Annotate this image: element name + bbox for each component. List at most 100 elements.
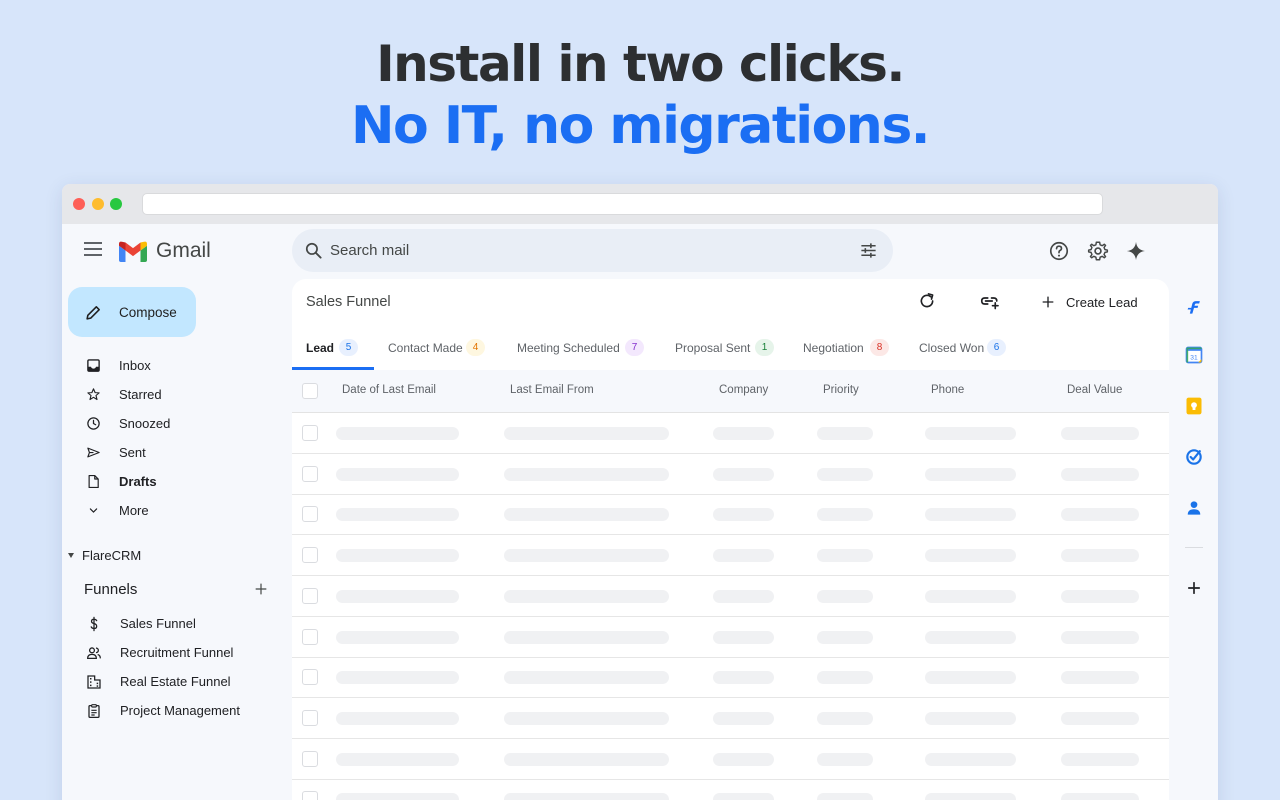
loading-placeholder bbox=[817, 793, 873, 800]
loading-placeholder bbox=[1061, 671, 1139, 685]
tab-count-badge: 5 bbox=[339, 339, 358, 356]
search-input[interactable] bbox=[330, 229, 830, 272]
browser-titlebar bbox=[62, 184, 1218, 224]
flarecrm-icon[interactable] bbox=[1184, 297, 1204, 317]
row-checkbox[interactable] bbox=[302, 506, 318, 523]
table-row[interactable] bbox=[292, 576, 1169, 617]
keep-icon[interactable] bbox=[1184, 396, 1204, 416]
table-row[interactable] bbox=[292, 617, 1169, 658]
loading-placeholder bbox=[817, 671, 873, 685]
loading-placeholder bbox=[925, 508, 1016, 522]
contacts-icon[interactable] bbox=[1184, 498, 1204, 518]
funnel-item-project-management[interactable]: Project Management bbox=[62, 698, 282, 724]
search-bar[interactable] bbox=[292, 229, 893, 272]
add-funnel-plus-icon[interactable] bbox=[253, 581, 269, 597]
loading-placeholder bbox=[925, 793, 1016, 800]
address-bar[interactable] bbox=[142, 193, 1103, 215]
nav-item-sent[interactable]: Sent bbox=[62, 440, 282, 466]
nav-item-snoozed[interactable]: Snoozed bbox=[62, 411, 282, 437]
loading-placeholder bbox=[504, 793, 669, 800]
table-row[interactable] bbox=[292, 494, 1169, 536]
loading-placeholder bbox=[817, 427, 873, 440]
draft-icon bbox=[88, 474, 99, 489]
tab-label: Closed Won bbox=[919, 341, 985, 355]
table-row[interactable] bbox=[292, 657, 1169, 699]
row-checkbox[interactable] bbox=[302, 587, 318, 604]
loading-placeholder bbox=[504, 508, 669, 522]
hamburger-menu-icon[interactable] bbox=[84, 242, 102, 256]
loading-placeholder bbox=[925, 549, 1016, 563]
tasks-icon[interactable] bbox=[1184, 447, 1204, 467]
maximize-window-button[interactable] bbox=[110, 198, 122, 210]
loading-placeholder bbox=[504, 752, 669, 766]
loading-placeholder bbox=[504, 671, 669, 685]
row-checkbox[interactable] bbox=[302, 750, 318, 767]
flarecrm-section-toggle[interactable]: FlareCRM bbox=[68, 548, 141, 563]
loading-placeholder bbox=[925, 671, 1016, 685]
select-all-checkbox[interactable] bbox=[302, 383, 318, 399]
table-row[interactable] bbox=[292, 413, 1169, 454]
nav-item-more[interactable]: More bbox=[62, 498, 282, 524]
column-header-last-email-from[interactable]: Last Email From bbox=[510, 384, 594, 396]
column-header-priority[interactable]: Priority bbox=[823, 384, 859, 396]
loading-placeholder bbox=[713, 671, 774, 685]
loading-placeholder bbox=[925, 630, 1016, 644]
row-checkbox[interactable] bbox=[302, 791, 318, 800]
loading-placeholder bbox=[336, 671, 459, 685]
refresh-icon[interactable] bbox=[918, 292, 936, 310]
loading-placeholder bbox=[336, 508, 459, 522]
search-options-icon[interactable] bbox=[859, 241, 878, 260]
minimize-window-button[interactable] bbox=[92, 198, 104, 210]
hero-headline: Install in two clicks. No IT, no migrati… bbox=[0, 34, 1280, 158]
funnel-stage-tabs: Lead 5 Contact Made 4 Meeting Scheduled … bbox=[292, 334, 1169, 370]
star-icon bbox=[87, 388, 100, 401]
nav-item-drafts[interactable]: Drafts bbox=[62, 469, 282, 495]
loading-placeholder bbox=[336, 793, 459, 800]
funnel-item-sales[interactable]: Sales Funnel bbox=[62, 611, 282, 637]
nav-item-inbox[interactable]: Inbox bbox=[62, 353, 282, 379]
funnels-heading: Funnels bbox=[84, 581, 138, 598]
loading-placeholder bbox=[1061, 793, 1139, 800]
help-icon[interactable] bbox=[1048, 240, 1070, 262]
funnel-item-real-estate[interactable]: Real Estate Funnel bbox=[62, 669, 282, 695]
column-header-company[interactable]: Company bbox=[719, 384, 768, 396]
table-row[interactable] bbox=[292, 535, 1169, 577]
table-row[interactable] bbox=[292, 739, 1169, 780]
row-checkbox[interactable] bbox=[302, 628, 318, 645]
add-addon-plus-icon[interactable] bbox=[1184, 578, 1204, 598]
row-checkbox[interactable] bbox=[302, 669, 318, 686]
settings-gear-icon[interactable] bbox=[1087, 240, 1109, 262]
loading-placeholder bbox=[925, 711, 1016, 725]
column-header-phone[interactable]: Phone bbox=[931, 384, 964, 396]
search-icon[interactable] bbox=[304, 241, 323, 260]
gmail-logo-icon bbox=[119, 241, 147, 262]
row-checkbox[interactable] bbox=[302, 465, 318, 482]
chevron-down-icon bbox=[89, 508, 98, 513]
add-link-icon[interactable] bbox=[980, 292, 1000, 310]
tab-count-badge: 6 bbox=[987, 339, 1006, 356]
loading-placeholder bbox=[925, 752, 1016, 766]
nav-item-label: More bbox=[119, 503, 149, 518]
table-row[interactable] bbox=[292, 454, 1169, 495]
compose-button[interactable]: Compose bbox=[68, 287, 196, 337]
loading-placeholder bbox=[817, 549, 873, 563]
headline-line-1: Install in two clicks. bbox=[376, 35, 905, 93]
nav-item-starred[interactable]: Starred bbox=[62, 382, 282, 408]
funnel-item-label: Sales Funnel bbox=[120, 616, 196, 631]
row-checkbox[interactable] bbox=[302, 709, 318, 726]
row-checkbox[interactable] bbox=[302, 547, 318, 564]
calendar-icon[interactable]: 31 bbox=[1184, 345, 1204, 365]
table-row[interactable] bbox=[292, 779, 1169, 800]
column-header-date-of-last-email[interactable]: Date of Last Email bbox=[342, 384, 436, 396]
loading-placeholder bbox=[1061, 467, 1139, 481]
loading-placeholder bbox=[713, 793, 774, 800]
close-window-button[interactable] bbox=[73, 198, 85, 210]
row-checkbox[interactable] bbox=[302, 425, 318, 441]
loading-placeholder bbox=[336, 589, 459, 603]
loading-placeholder bbox=[504, 467, 669, 481]
column-header-deal-value[interactable]: Deal Value bbox=[1067, 384, 1122, 396]
gemini-sparkle-icon[interactable] bbox=[1125, 240, 1147, 262]
funnel-item-recruitment[interactable]: Recruitment Funnel bbox=[62, 640, 282, 666]
loading-placeholder bbox=[817, 467, 873, 481]
table-row[interactable] bbox=[292, 698, 1169, 739]
